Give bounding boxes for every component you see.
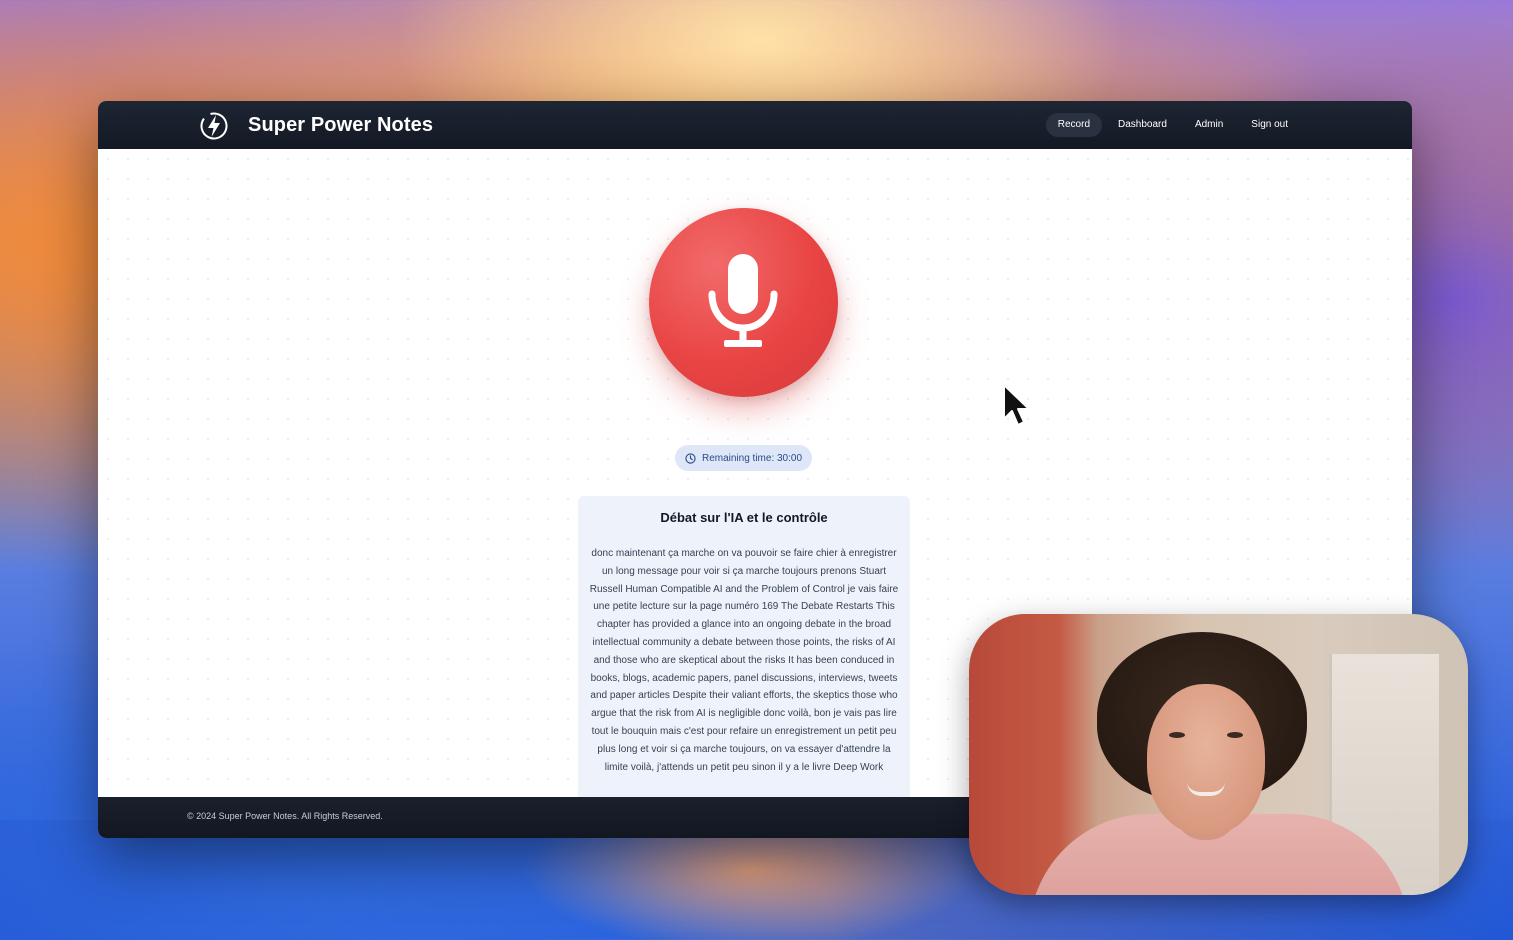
record-button[interactable]	[649, 208, 838, 397]
nav-admin[interactable]: Admin	[1183, 113, 1235, 137]
nav-links: Record Dashboard Admin Sign out	[1045, 113, 1300, 137]
clock-icon	[685, 452, 696, 464]
transcript-text: donc maintenant ça marche on va pouvoir …	[589, 548, 899, 773]
navbar: Super Power Notes Record Dashboard Admin…	[98, 101, 1412, 149]
nav-sign-out[interactable]: Sign out	[1239, 113, 1300, 137]
copyright-text: © 2024 Super Power Notes. All Rights Res…	[187, 811, 383, 821]
transcript-card: Débat sur l'IA et le contrôle donc maint…	[578, 496, 910, 797]
nav-dashboard[interactable]: Dashboard	[1106, 113, 1179, 137]
webcam-eye-left	[1169, 732, 1185, 738]
remaining-time-text: Remaining time: 30:00	[701, 452, 803, 464]
brand-title[interactable]: Super Power Notes	[248, 114, 433, 137]
lightning-logo-icon[interactable]	[199, 111, 229, 141]
nav-record[interactable]: Record	[1045, 113, 1103, 137]
webcam-person-face	[1147, 684, 1265, 834]
mouse-pointer-icon	[1002, 383, 1032, 434]
remaining-time-badge: Remaining time: 30:00	[675, 445, 812, 471]
webcam-overlay	[969, 614, 1468, 895]
transcript-title: Débat sur l'IA et le contrôle	[660, 510, 828, 525]
webcam-eye-right	[1227, 732, 1243, 738]
microphone-icon	[708, 254, 778, 347]
